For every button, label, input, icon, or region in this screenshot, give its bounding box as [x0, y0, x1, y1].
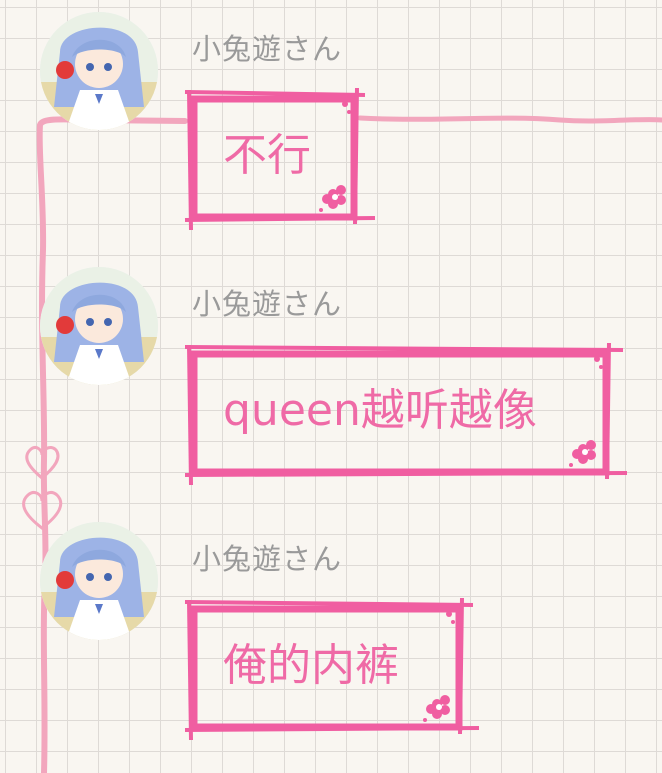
sender-name: 小兔遊さん: [192, 32, 343, 66]
flower-icon: [423, 611, 455, 722]
avatar[interactable]: [40, 522, 158, 640]
avatar[interactable]: [40, 12, 158, 130]
avatar[interactable]: [40, 267, 158, 385]
heart-icon: [25, 446, 60, 480]
sender-name: 小兔遊さん: [192, 542, 343, 576]
flower-icon: [319, 101, 351, 212]
message-text: queen越听越像: [223, 385, 537, 436]
heart-icon: [22, 491, 63, 530]
message-text: 不行: [223, 130, 311, 181]
message-text: 俺的内裤: [223, 640, 399, 691]
flower-icon: [569, 356, 603, 467]
sender-name: 小兔遊さん: [192, 287, 343, 321]
